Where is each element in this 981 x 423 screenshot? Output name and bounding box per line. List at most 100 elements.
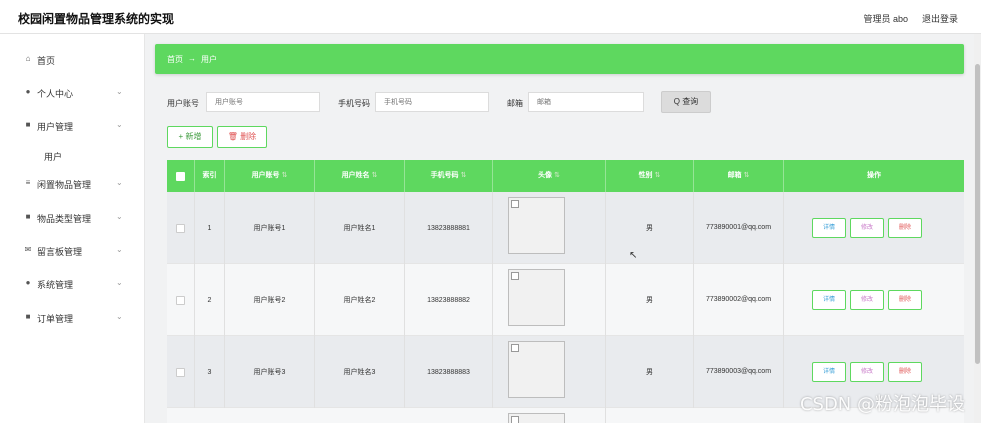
detail-button[interactable]: 详情 — [812, 290, 846, 310]
email-label: 邮箱 — [507, 99, 523, 108]
avatar-cell — [493, 192, 606, 264]
chevron-down-icon: ⌄ — [116, 312, 123, 321]
column-header-label: 用户姓名 — [341, 172, 370, 179]
list-icon: ≡ — [25, 178, 31, 187]
sidebar-item-label: 用户管理 — [37, 122, 74, 132]
name-cell: 用户姓名3 — [315, 336, 405, 408]
avatar-cell — [493, 264, 606, 336]
column-header[interactable]: 性别 ⇅ — [606, 160, 694, 192]
sort-icon: ⇅ — [654, 172, 661, 179]
avatar — [508, 269, 565, 326]
avatar — [508, 413, 565, 423]
column-header-label: 用户账号 — [251, 172, 280, 179]
column-header-label: 手机号码 — [430, 172, 459, 179]
account-cell: 用户账号2 — [225, 264, 315, 336]
sort-icon: ⇅ — [743, 172, 750, 179]
row-select-cell — [167, 192, 195, 264]
broken-image-icon — [511, 272, 519, 280]
remove-button[interactable]: 删除 — [888, 362, 922, 382]
phone-input[interactable] — [375, 92, 489, 112]
avatar-cell — [493, 336, 606, 408]
edit-button[interactable]: 修改 — [850, 290, 884, 310]
select-all-checkbox[interactable] — [176, 171, 185, 181]
broken-image-icon — [511, 200, 519, 208]
column-header-label: 性别 — [638, 172, 653, 179]
name-cell: 用户姓名2 — [315, 264, 405, 336]
sort-icon: ⇅ — [371, 172, 378, 179]
edit-button[interactable]: 修改 — [850, 362, 884, 382]
phone-label: 手机号码 — [338, 99, 370, 108]
sort-icon: ⇅ — [281, 172, 288, 179]
row-select-cell — [167, 336, 195, 408]
detail-button[interactable]: 详情 — [812, 362, 846, 382]
sidebar-item-home[interactable]: ⌂ 首页 — [0, 49, 145, 71]
add-button[interactable]: + 新增 — [167, 126, 213, 148]
grid-icon: ■ — [25, 312, 31, 321]
column-header[interactable]: 邮箱 ⇅ — [694, 160, 784, 192]
column-header-label: 索引 — [202, 172, 217, 179]
phone-cell: 13823888883 — [405, 336, 493, 408]
home-icon: ⌂ — [25, 54, 31, 63]
scrollbar-thumb[interactable] — [975, 64, 980, 364]
breadcrumb-arrow-icon: → — [188, 54, 196, 63]
column-header-label: 操作 — [867, 172, 881, 179]
column-header[interactable]: 用户姓名 ⇅ — [315, 160, 405, 192]
phone-cell: 13823888881 — [405, 192, 493, 264]
sidebar-subitem-user[interactable]: 用户 — [44, 150, 62, 163]
remove-button[interactable]: 删除 — [888, 218, 922, 238]
column-header-label: 邮箱 — [727, 172, 742, 179]
search-button[interactable]: Q 查询 — [661, 91, 711, 113]
column-header[interactable]: 头像 ⇅ — [493, 160, 606, 192]
sidebar-item-orders[interactable]: ■ 订单管理 ⌄ — [0, 307, 145, 329]
broken-image-icon — [511, 416, 519, 423]
admin-name: 管理员 abo — [863, 14, 908, 24]
column-header: 操作 — [784, 160, 964, 192]
delete-button[interactable]: 🗑 删除 — [217, 126, 267, 148]
account-cell: 用户账号3 — [225, 336, 315, 408]
column-header-label: 头像 — [538, 172, 553, 179]
sidebar-item-label: 闲置物品管理 — [37, 180, 92, 190]
top-bar: 校园闲置物品管理系统的实现 管理员 abo 退出登录 — [0, 0, 981, 34]
detail-button[interactable]: 详情 — [812, 218, 846, 238]
table-row: 1 用户账号1 用户姓名1 13823888881 男 773890001@qq… — [167, 192, 964, 264]
sidebar-item-label: 物品类型管理 — [37, 214, 92, 224]
mouse-cursor-icon: ↖ — [629, 250, 638, 261]
message-icon: ✉ — [24, 245, 32, 254]
sidebar-item-label: 首页 — [37, 56, 56, 66]
index-cell: 3 — [195, 336, 225, 408]
name-cell: 用户姓名1 — [315, 192, 405, 264]
row-checkbox[interactable] — [176, 367, 185, 377]
sidebar-item-message-board[interactable]: ✉ 留言板管理 ⌄ — [0, 240, 145, 262]
chevron-down-icon: ⌄ — [116, 120, 123, 129]
row-checkbox[interactable] — [176, 295, 185, 305]
user-icon: ● — [25, 87, 31, 96]
actions-cell: 详情 修改 删除 — [784, 192, 964, 264]
remove-button[interactable]: 删除 — [888, 290, 922, 310]
sidebar-item-users[interactable]: ■ 用户管理 ⌄ — [0, 115, 145, 137]
sidebar-item-label: 订单管理 — [37, 314, 74, 324]
app-title: 校园闲置物品管理系统的实现 — [18, 12, 175, 26]
email-input[interactable] — [528, 92, 644, 112]
sidebar-item-goods-type[interactable]: ■ 物品类型管理 ⌄ — [0, 207, 145, 229]
edit-button[interactable]: 修改 — [850, 218, 884, 238]
avatar — [508, 197, 565, 254]
chevron-down-icon: ⌄ — [116, 278, 123, 287]
chevron-down-icon: ⌄ — [116, 178, 123, 187]
page-scrollbar[interactable] — [974, 34, 981, 423]
gender-cell: 男 — [606, 336, 694, 408]
column-header[interactable]: 用户账号 ⇅ — [225, 160, 315, 192]
row-checkbox[interactable] — [176, 223, 185, 233]
logout-link[interactable]: 退出登录 — [922, 12, 958, 25]
column-header[interactable]: 索引 — [195, 160, 225, 192]
breadcrumb-home[interactable]: 首页 — [167, 54, 183, 65]
sidebar-item-system[interactable]: ● 系统管理 ⌄ — [0, 273, 145, 295]
sidebar-item-profile[interactable]: ● 个人中心 ⌄ — [0, 82, 145, 104]
column-header[interactable]: 手机号码 ⇅ — [405, 160, 493, 192]
sidebar: ⌂ 首页 ● 个人中心 ⌄ ■ 用户管理 ⌄ 用户 ≡ 闲置物品管理 ⌄ ■ 物… — [0, 34, 145, 423]
user-icon: ● — [25, 278, 31, 287]
sidebar-item-idle-goods[interactable]: ≡ 闲置物品管理 ⌄ — [0, 173, 145, 195]
sidebar-item-label: 系统管理 — [37, 280, 74, 290]
breadcrumb: 首页 → 用户 — [155, 44, 964, 74]
avatar-cell — [493, 408, 606, 423]
account-input[interactable] — [206, 92, 320, 112]
